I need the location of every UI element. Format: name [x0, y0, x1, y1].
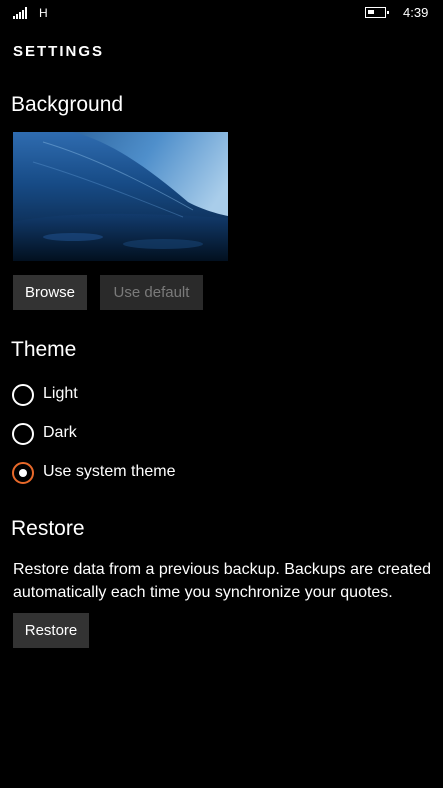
- radio-checked-icon[interactable]: [12, 462, 34, 484]
- radio-unchecked-icon[interactable]: [12, 423, 34, 445]
- theme-option-label: Light: [43, 385, 78, 402]
- battery-icon: [365, 7, 389, 18]
- network-type: H: [39, 6, 48, 20]
- use-default-button[interactable]: Use default: [100, 275, 203, 310]
- restore-section-title: Restore: [11, 517, 85, 540]
- theme-option-label: Dark: [43, 424, 77, 441]
- status-bar: H 4:39: [0, 0, 443, 28]
- page-title: SETTINGS: [13, 43, 105, 60]
- background-section-title: Background: [11, 93, 124, 116]
- restore-button[interactable]: Restore: [13, 613, 89, 648]
- theme-section-title: Theme: [11, 338, 77, 361]
- background-preview-image[interactable]: [13, 132, 228, 261]
- clock: 4:39: [403, 5, 429, 20]
- radio-unchecked-icon[interactable]: [12, 384, 34, 406]
- browse-button[interactable]: Browse: [13, 275, 87, 310]
- restore-description: Restore data from a previous backup. Bac…: [13, 561, 431, 601]
- signal-strength-icon: [13, 7, 27, 19]
- theme-option-label: Use system theme: [43, 463, 176, 480]
